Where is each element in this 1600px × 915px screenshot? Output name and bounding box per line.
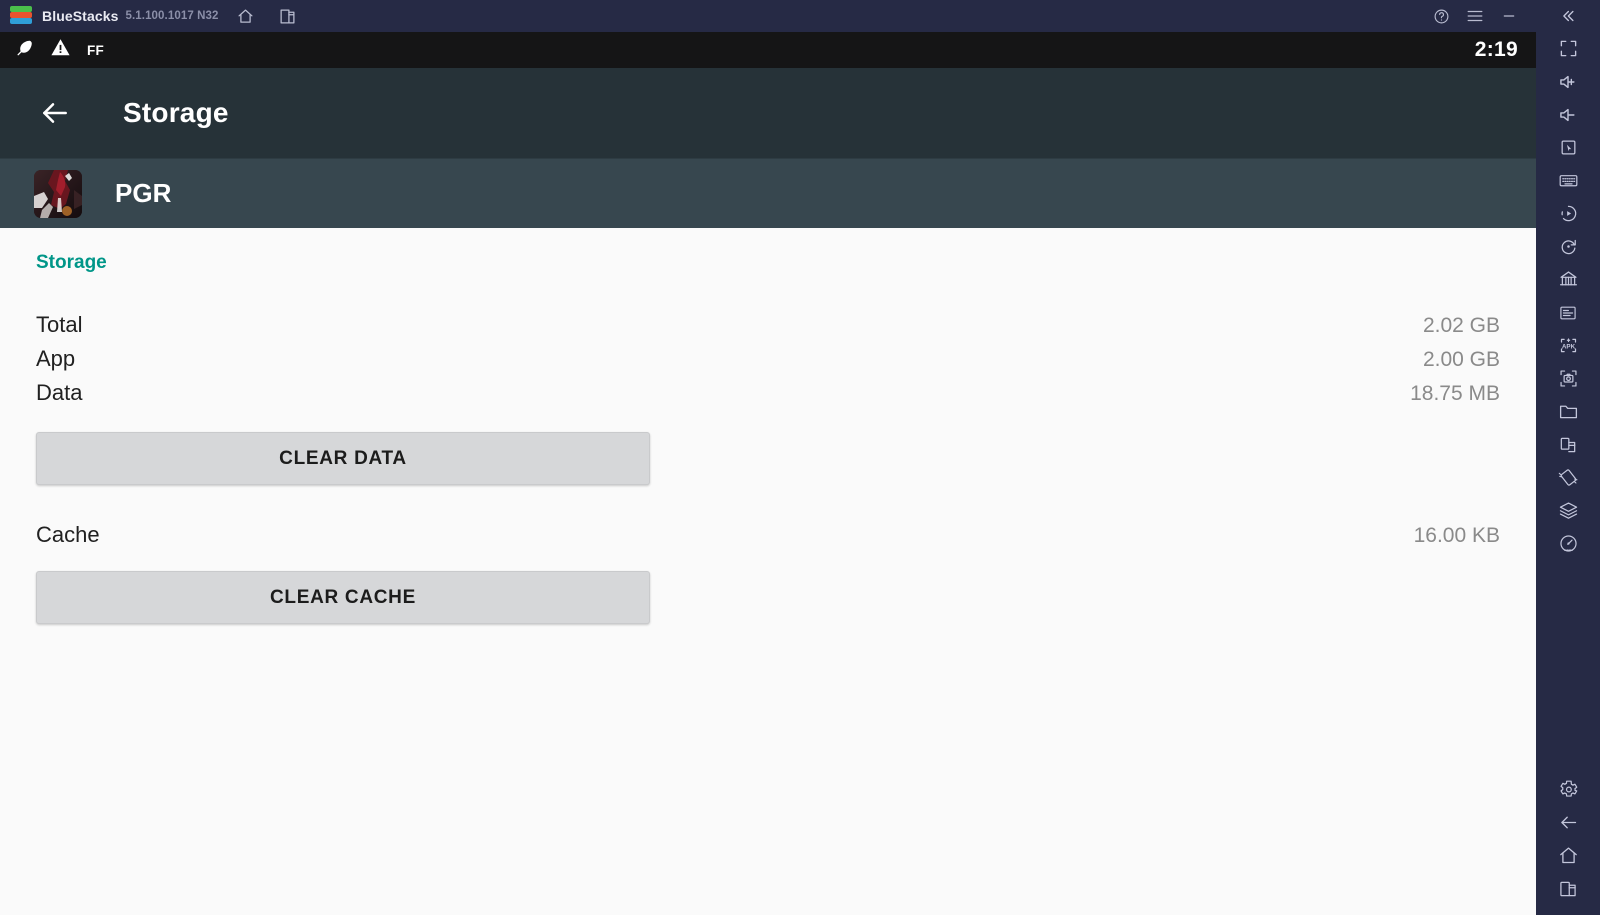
back-arrow-icon[interactable]	[34, 92, 76, 134]
window-titlebar: BlueStacks 5.1.100.1017 N32	[0, 0, 1600, 32]
fullscreen-icon[interactable]	[1536, 32, 1600, 65]
multi-instance-icon[interactable]	[273, 2, 303, 30]
home-icon[interactable]	[231, 2, 261, 30]
help-circle-icon[interactable]	[1424, 2, 1458, 30]
app-info-header: PGR	[0, 158, 1536, 228]
feather-icon	[14, 38, 34, 63]
warning-triangle-icon	[50, 37, 71, 63]
row-value: 2.02 GB	[1422, 314, 1500, 337]
cache-label: Cache	[36, 522, 100, 547]
status-clock: 2:19	[1474, 38, 1518, 61]
bluestacks-logo	[10, 5, 32, 27]
cache-row: Cache 16.00 KB	[0, 522, 1536, 548]
row-label: Data	[36, 380, 83, 405]
section-title: Storage	[36, 252, 107, 273]
game-controls-icon[interactable]	[1536, 263, 1600, 296]
window-version: 5.1.100.1017 N32	[125, 10, 219, 22]
storage-content: Storage Total 2.02 GB App 2.00 GB Data 1…	[0, 228, 1536, 915]
row-label: App	[36, 346, 76, 371]
install-apk-icon[interactable]: APK	[1536, 329, 1600, 362]
bluestacks-sidebar: APK	[1536, 0, 1600, 915]
rotate-icon[interactable]	[1536, 230, 1600, 263]
storage-row-total: Total 2.02 GB	[0, 312, 1536, 346]
status-badge: FF	[87, 42, 105, 58]
pgr-app-icon	[34, 169, 82, 218]
home-icon[interactable]	[1536, 839, 1600, 872]
storage-rows: Total 2.02 GB App 2.00 GB Data 18.75 MB	[0, 312, 1536, 414]
status-bar-icons: FF	[14, 37, 104, 63]
layers-icon[interactable]	[1536, 494, 1600, 527]
clear-cache-button[interactable]: CLEAR CACHE	[36, 571, 650, 624]
collapse-chevrons-icon[interactable]	[1536, 0, 1600, 32]
script-icon[interactable]	[1536, 296, 1600, 329]
keyboard-icon[interactable]	[1536, 164, 1600, 197]
media-folder-icon[interactable]	[1536, 395, 1600, 428]
volume-up-icon[interactable]	[1536, 65, 1600, 98]
settings-gear-icon[interactable]	[1536, 773, 1600, 806]
row-value: 2.00 GB	[1422, 348, 1500, 371]
window-brand: BlueStacks	[42, 8, 119, 24]
cursor-pointer-icon[interactable]	[1536, 131, 1600, 164]
volume-down-icon[interactable]	[1536, 98, 1600, 131]
page-title: Storage	[123, 97, 229, 128]
hamburger-menu-icon[interactable]	[1458, 2, 1492, 30]
back-icon[interactable]	[1536, 806, 1600, 839]
recents-icon[interactable]	[1536, 872, 1600, 905]
minimize-icon[interactable]	[1492, 2, 1526, 30]
screenshot-icon[interactable]	[1536, 362, 1600, 395]
clear-data-button[interactable]: CLEAR DATA	[36, 432, 650, 485]
android-status-bar: FF 2:19	[0, 32, 1536, 68]
multi-instance-icon[interactable]	[1536, 428, 1600, 461]
row-value: 18.75 MB	[1410, 382, 1500, 405]
shake-icon[interactable]	[1536, 461, 1600, 494]
svg-text:APK: APK	[1561, 343, 1575, 350]
app-bar: Storage	[0, 68, 1536, 158]
cache-value: 16.00 KB	[1413, 524, 1500, 547]
row-label: Total	[36, 312, 83, 337]
app-name: PGR	[115, 178, 172, 208]
storage-row-app: App 2.00 GB	[0, 346, 1536, 380]
storage-row-data: Data 18.75 MB	[0, 380, 1536, 414]
macro-record-icon[interactable]	[1536, 197, 1600, 230]
performance-icon[interactable]	[1536, 527, 1600, 560]
